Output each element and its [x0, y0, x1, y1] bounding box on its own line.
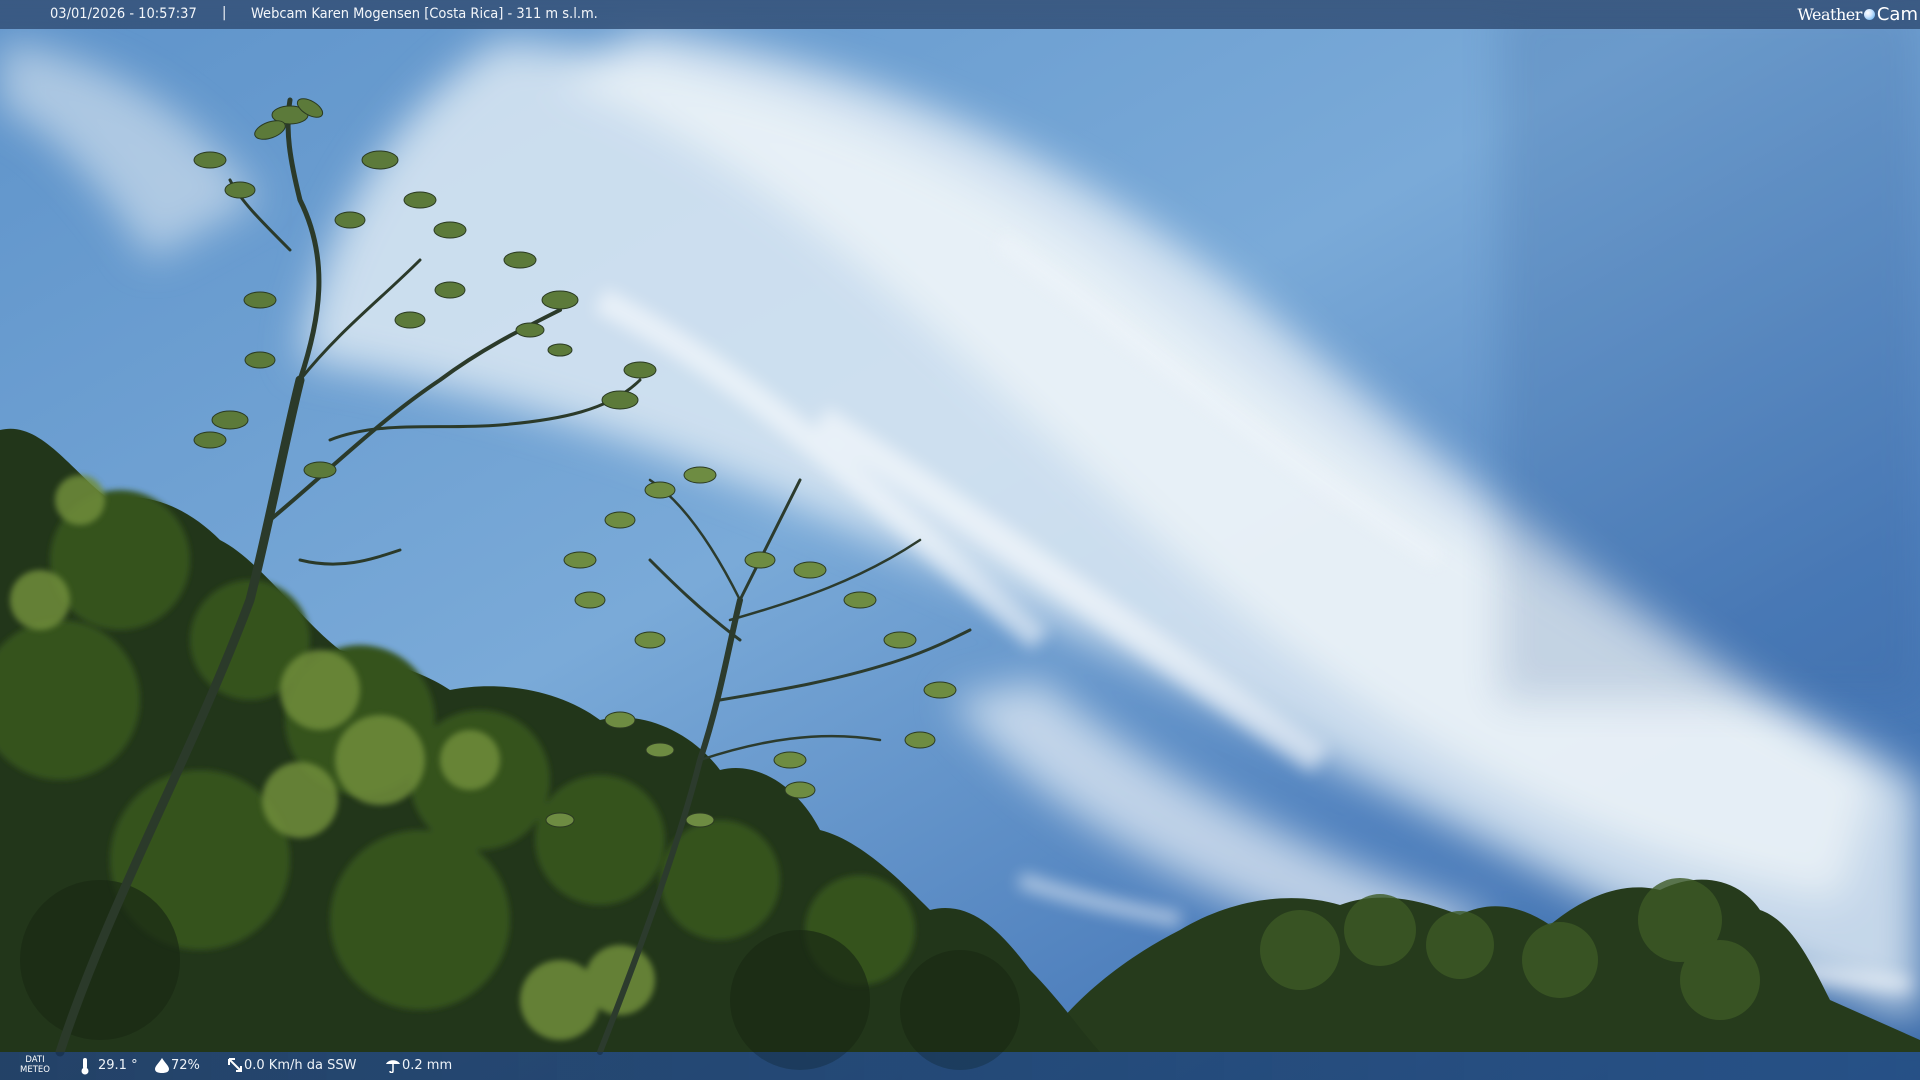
thermometer-icon: [80, 1057, 94, 1075]
wind-value: 0.0 Km/h da SSW: [244, 1057, 357, 1073]
logo-globe-icon: [1863, 8, 1875, 20]
dati-label-line1: DATI: [25, 1055, 45, 1065]
rain-icon: [384, 1057, 400, 1074]
rain-value: 0.2 mm: [402, 1057, 453, 1073]
dati-meteo-label: DATI METEO: [20, 1055, 50, 1075]
header-separator: |: [222, 5, 227, 21]
humidity-drop-icon: [153, 1057, 169, 1073]
logo-word-weather: Weather: [1797, 4, 1862, 24]
rain-reading: 0.2 mm: [384, 1057, 453, 1074]
datetime-label: 03/01/2026 - 10:57:37: [50, 6, 197, 22]
logo-word-cam: Cam: [1876, 3, 1918, 25]
weather-data-bar: DATI METEO 29.1 ° 72% 0.0 Km/h da SSW 0.…: [0, 1052, 1920, 1080]
webcam-title: Webcam Karen Mogensen [Costa Rica] - 311…: [251, 6, 598, 22]
wind-reading: 0.0 Km/h da SSW: [226, 1057, 356, 1073]
webcam-view: [0, 0, 1920, 1080]
sky-and-trees-image: [0, 0, 1920, 1080]
dati-label-line2: METEO: [20, 1065, 50, 1075]
humidity-value: 72%: [171, 1057, 200, 1073]
weathercam-logo: Weather Cam: [1797, 3, 1918, 25]
temperature-value: 29.1 °: [98, 1057, 138, 1073]
wind-icon: [226, 1057, 242, 1073]
humidity-reading: 72%: [153, 1057, 200, 1073]
header-bar: 03/01/2026 - 10:57:37 | Webcam Karen Mog…: [0, 0, 1920, 29]
temperature-reading: 29.1 °: [80, 1057, 138, 1075]
